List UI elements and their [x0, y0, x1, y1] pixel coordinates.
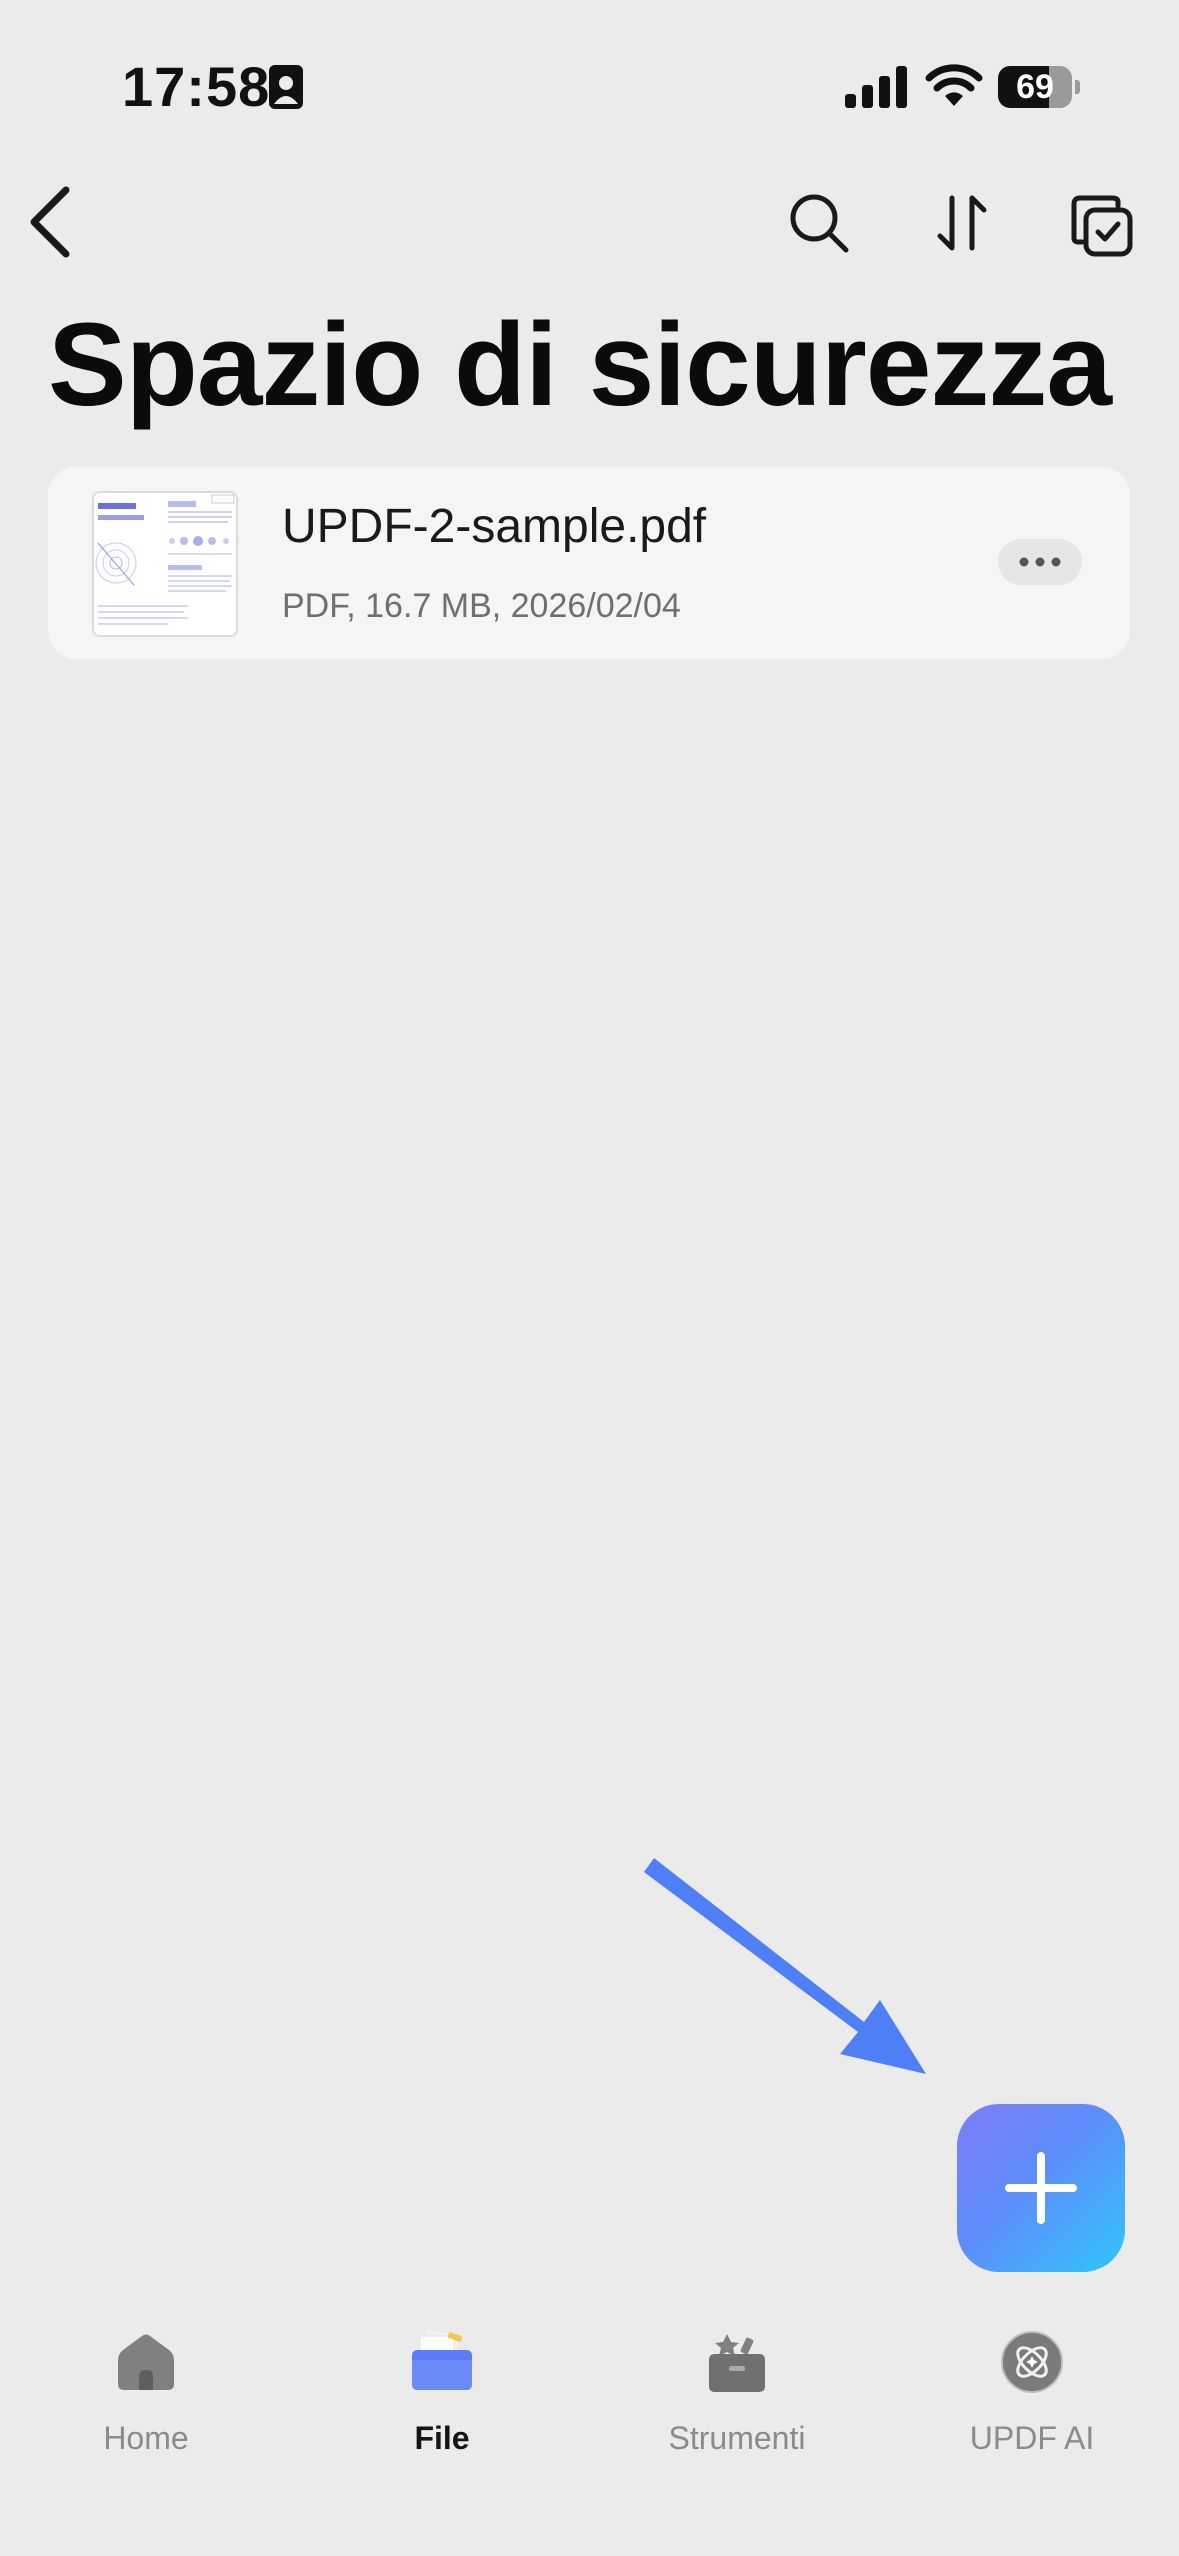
tab-label: Home: [103, 2420, 189, 2456]
battery-indicator: 69: [998, 66, 1080, 108]
toolbox-icon: [709, 2334, 765, 2392]
signal-icon: [845, 66, 907, 108]
pointer-arrow-icon: [644, 1858, 926, 2074]
add-file-button[interactable]: [957, 2104, 1125, 2272]
file-name: UPDF-2-sample.pdf: [282, 500, 707, 553]
chevron-left-icon[interactable]: [22, 182, 78, 262]
tab-updf-ai[interactable]: UPDF AI: [912, 2330, 1152, 2480]
folder-icon: [412, 2330, 472, 2390]
tab-label: File: [414, 2420, 470, 2456]
ai-icon: [1001, 2331, 1063, 2393]
sort-icon[interactable]: [932, 190, 992, 256]
pdf-thumbnail: [92, 491, 238, 637]
file-meta: PDF, 16.7 MB, 2026/02/04: [282, 587, 681, 625]
tab-strumenti[interactable]: Strumenti: [617, 2330, 857, 2480]
ellipsis-icon: [1019, 557, 1061, 567]
status-bar: 17:58 69: [0, 0, 1179, 170]
battery-level: 69: [1016, 68, 1054, 106]
file-list-item[interactable]: UPDF-2-sample.pdf PDF, 16.7 MB, 2026/02/…: [48, 467, 1130, 659]
select-icon[interactable]: [1070, 194, 1134, 258]
tab-file[interactable]: File: [322, 2330, 562, 2480]
more-options-button[interactable]: [998, 539, 1082, 585]
tab-label: Strumenti: [668, 2420, 806, 2456]
search-icon[interactable]: [788, 192, 850, 254]
tab-bar: Home File Strumenti UPDF AI: [0, 2300, 1179, 2556]
home-icon: [118, 2334, 174, 2390]
plus-icon: [1005, 2152, 1077, 2224]
wifi-icon: [925, 64, 983, 106]
screen: 17:58 69 Spazio di sicurezza UPDF-2-samp…: [0, 0, 1179, 2556]
page-title: Spazio di sicurezza: [48, 299, 1112, 431]
id-card-icon: [269, 65, 303, 109]
status-time: 17:58: [122, 55, 271, 118]
tab-home[interactable]: Home: [26, 2330, 266, 2480]
tab-label: UPDF AI: [969, 2420, 1095, 2456]
